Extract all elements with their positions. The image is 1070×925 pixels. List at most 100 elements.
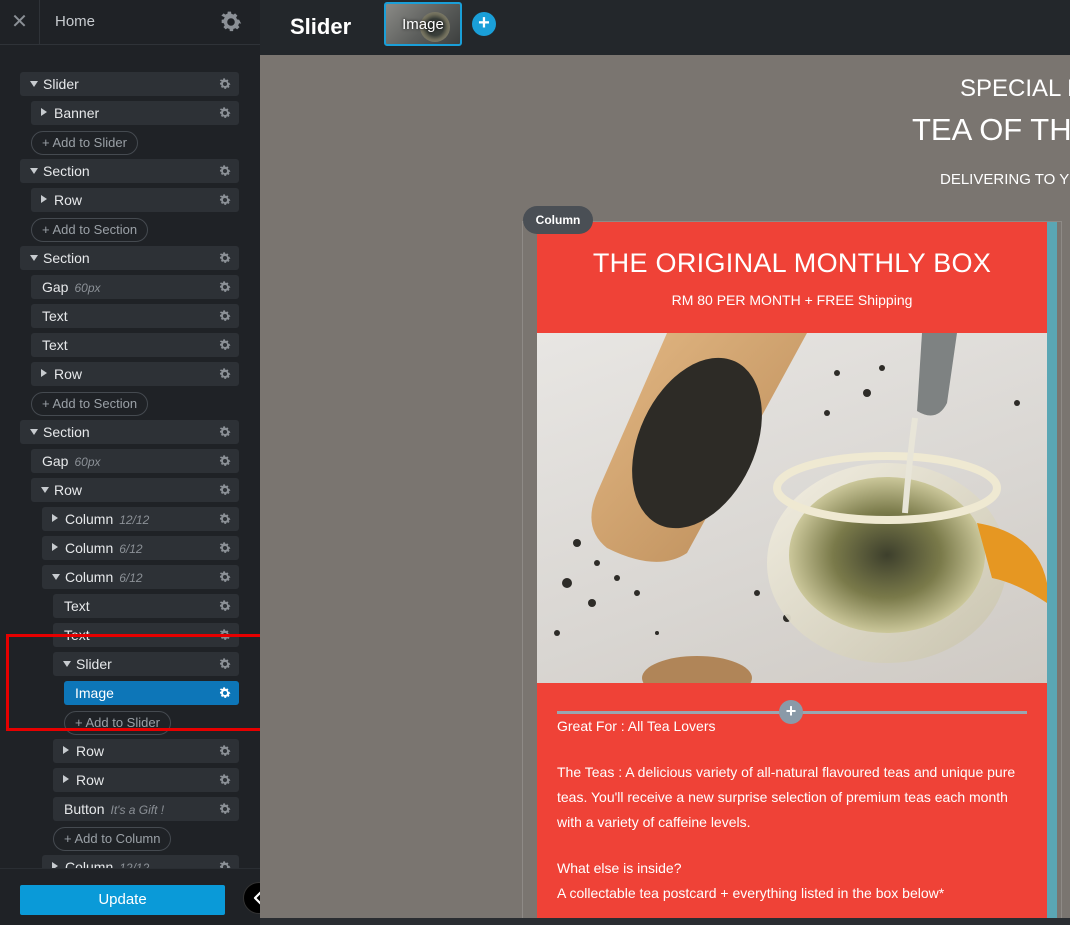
settings-gear-icon[interactable]	[218, 9, 244, 35]
tree-item-gap[interactable]: Gap 60px	[31, 275, 239, 299]
canvas-bottom-bar	[260, 918, 1070, 925]
tea-image[interactable]	[537, 333, 1047, 683]
tree-item-row[interactable]: Row	[53, 739, 239, 763]
gear-icon[interactable]	[218, 570, 232, 584]
tree-item-row[interactable]: Row	[53, 768, 239, 792]
caret-right-icon[interactable]	[52, 514, 58, 522]
tree-item-label: Slider	[43, 72, 79, 96]
gear-icon[interactable]	[218, 164, 232, 178]
tree-item-text[interactable]: Text	[31, 333, 239, 357]
tree-item-gap[interactable]: Gap 60px	[31, 449, 239, 473]
tree-item-section[interactable]: Section	[20, 420, 239, 444]
gear-icon[interactable]	[218, 338, 232, 352]
tree-item-label: Column 6/12	[65, 536, 143, 561]
tree-item-meta: 6/12	[119, 542, 143, 556]
tree-item-name: Row	[54, 192, 83, 208]
tree-item-row[interactable]: Row	[31, 188, 239, 212]
caret-right-icon[interactable]	[52, 543, 58, 551]
tree-item-text[interactable]: Text	[53, 594, 239, 618]
tree-item-name: Button	[64, 801, 105, 817]
caret-right-icon[interactable]	[41, 195, 47, 203]
caret-right-icon[interactable]	[63, 775, 69, 783]
tree-item-name: Text	[42, 337, 68, 353]
inside-heading-text: What else is inside?	[557, 860, 682, 876]
tree-item-text[interactable]: Text	[31, 304, 239, 328]
caret-down-icon[interactable]	[41, 487, 49, 493]
tree-item-name: Column	[65, 511, 114, 527]
tree-item-column[interactable]: Column 12/12	[42, 507, 239, 531]
gear-icon[interactable]	[218, 309, 232, 323]
hero-heading-2: TEA OF TH	[912, 112, 1070, 147]
column-badge[interactable]: Column	[523, 206, 593, 234]
gear-icon[interactable]	[218, 77, 232, 91]
sidebar: ✕ Home Slider Banner + Add to Slider Sectio…	[0, 0, 260, 925]
caret-down-icon[interactable]	[30, 81, 38, 87]
box-title: THE ORIGINAL MONTHLY BOX	[592, 248, 992, 278]
gear-icon[interactable]	[218, 744, 232, 758]
add-element-button[interactable]: + Add to Section	[31, 392, 149, 416]
gear-icon[interactable]	[218, 802, 232, 816]
gear-icon[interactable]	[218, 773, 232, 787]
tree-item-label: Row	[54, 362, 82, 386]
tree-item-name: Row	[54, 366, 83, 382]
caret-right-icon[interactable]	[63, 746, 69, 754]
gear-icon[interactable]	[218, 106, 232, 120]
gear-icon[interactable]	[218, 251, 232, 265]
caret-down-icon[interactable]	[30, 255, 38, 261]
tree-item-banner[interactable]: Banner	[31, 101, 239, 125]
add-slide-button[interactable]: +	[472, 12, 496, 36]
gear-icon[interactable]	[218, 454, 232, 468]
gear-icon[interactable]	[218, 425, 232, 439]
tree-item-name: Text	[42, 308, 68, 324]
caret-right-icon[interactable]	[41, 369, 47, 377]
tree-item-row[interactable]: Row	[31, 362, 239, 386]
close-icon[interactable]: ✕	[0, 0, 40, 45]
tree-item-meta: 60px	[74, 281, 101, 295]
monthly-box-column[interactable]: THE ORIGINAL MONTHLY BOX RM 80 PER MONTH…	[537, 222, 1047, 922]
tree-item-row[interactable]: Row	[31, 478, 239, 502]
tree-item-name: Slider	[43, 76, 79, 92]
tea-photo-illustration	[554, 333, 1047, 683]
add-element-button[interactable]: + Add to Slider	[31, 131, 138, 155]
tree-item-column[interactable]: Column 6/12	[42, 536, 239, 560]
caret-down-icon[interactable]	[30, 429, 38, 435]
tree-item-meta: 12/12	[119, 861, 150, 868]
tree-item-label: Text	[42, 333, 68, 357]
home-breadcrumb[interactable]: Home	[55, 13, 95, 30]
add-element-button[interactable]: + Add to Column	[53, 827, 172, 851]
tree-item-name: Section	[43, 163, 90, 179]
tree-item-label: Text	[64, 594, 90, 618]
page-canvas: SPECIAL PA TEA OF TH DELIVERING TO YO TH…	[260, 55, 1070, 922]
tree-item-section[interactable]: Section	[20, 159, 239, 183]
sidebar-footer: Update	[0, 868, 260, 925]
gear-icon[interactable]	[218, 860, 232, 868]
caret-down-icon[interactable]	[30, 168, 38, 174]
hero-heading-3: DELIVERING TO YO	[940, 171, 1070, 188]
tree-item-button[interactable]: Button It's a Gift !	[53, 797, 239, 821]
caret-down-icon[interactable]	[52, 574, 60, 580]
tree-item-column[interactable]: Column 12/12	[42, 855, 239, 868]
gear-icon[interactable]	[218, 599, 232, 613]
tree-item-name: Row	[54, 482, 83, 498]
tree-item-label: Text	[42, 304, 68, 328]
caret-right-icon[interactable]	[41, 108, 47, 116]
gear-icon[interactable]	[218, 193, 232, 207]
tree-item-meta: 12/12	[119, 513, 150, 527]
slide-thumbnail[interactable]: Image	[384, 2, 462, 46]
add-element-button[interactable]: + Add to Section	[31, 218, 149, 242]
column-edge-strip	[1047, 222, 1057, 922]
tree-item-slider[interactable]: Slider	[20, 72, 239, 96]
gear-icon[interactable]	[218, 483, 232, 497]
tree-item-label: Banner	[54, 101, 99, 125]
tree-item-section[interactable]: Section	[20, 246, 239, 270]
gear-icon[interactable]	[218, 280, 232, 294]
tree-item-label: Section	[43, 246, 90, 270]
gear-icon[interactable]	[218, 541, 232, 555]
sidebar-header: ✕ Home	[0, 0, 260, 45]
update-button[interactable]: Update	[20, 885, 225, 915]
gear-icon[interactable]	[218, 512, 232, 526]
tree-item-meta: 6/12	[119, 571, 143, 585]
box-subtitle: RM 80 PER MONTH + FREE Shipping	[671, 292, 913, 308]
tree-item-column[interactable]: Column 6/12	[42, 565, 239, 589]
gear-icon[interactable]	[218, 367, 232, 381]
